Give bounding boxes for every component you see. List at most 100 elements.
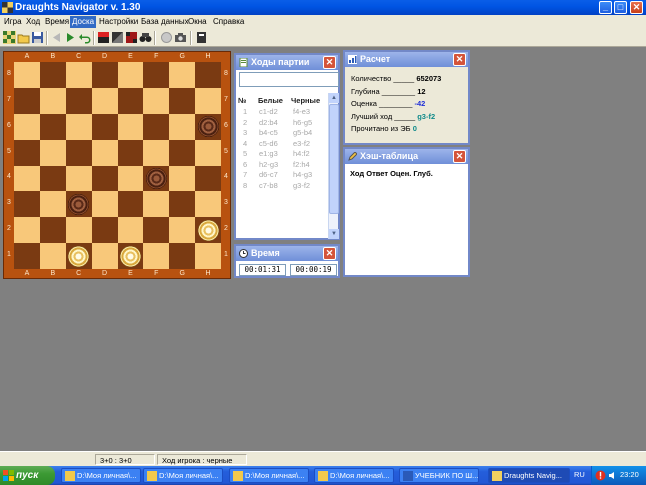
- white-piece-e1[interactable]: [119, 245, 141, 267]
- board-square-g8[interactable]: [169, 62, 196, 88]
- board-square-b7[interactable]: [39, 87, 66, 114]
- title-bar[interactable]: Draughts Navigator v. 1.30 _ □ ✕: [0, 0, 646, 15]
- move-row[interactable]: 3 b4-c5 g5-b4: [236, 128, 332, 139]
- board-square-b6[interactable]: [39, 113, 66, 140]
- board-square-a4[interactable]: [14, 165, 40, 192]
- scroll-down-arrow[interactable]: ▼: [329, 229, 339, 239]
- board-square-f6[interactable]: [143, 113, 170, 140]
- board-square-g3[interactable]: [169, 191, 196, 218]
- security-alert-icon[interactable]: [595, 470, 606, 481]
- board-square-a3[interactable]: [14, 191, 40, 218]
- board-square-g1[interactable]: [169, 243, 196, 269]
- hash-panel-close-button[interactable]: ✕: [453, 150, 466, 163]
- board-square-d6[interactable]: [91, 113, 118, 140]
- calc-panel-header[interactable]: Расчет ✕: [345, 52, 468, 67]
- moves-comment-field[interactable]: [239, 72, 339, 87]
- scroll-up-arrow[interactable]: ▲: [329, 93, 339, 103]
- board-square-a8[interactable]: [14, 62, 40, 88]
- board-square-a7[interactable]: [14, 87, 40, 114]
- volume-icon[interactable]: [608, 471, 617, 480]
- black-side-icon[interactable]: [111, 31, 124, 44]
- board-square-d5[interactable]: [91, 139, 118, 166]
- move-row[interactable]: 7 d6-c7 h4-g3: [236, 170, 332, 181]
- board-square-b4[interactable]: [39, 165, 66, 192]
- move-row[interactable]: 1 c1-d2 f4-e3: [236, 107, 332, 118]
- board-square-c2[interactable]: [65, 217, 92, 244]
- board-square-d7[interactable]: [91, 87, 118, 114]
- menu-database[interactable]: База данных: [139, 16, 191, 28]
- board-square-b3[interactable]: [39, 191, 66, 218]
- board-grid[interactable]: [14, 62, 221, 269]
- menu-board[interactable]: Доска: [70, 16, 97, 28]
- board-square-c6[interactable]: [65, 113, 92, 140]
- board-square-h4[interactable]: [195, 165, 221, 192]
- forward-icon[interactable]: [64, 31, 77, 44]
- moves-panel-header[interactable]: Ходы партии ✕: [236, 55, 338, 70]
- board-square-e6[interactable]: [117, 113, 144, 140]
- board-square-c4[interactable]: [65, 165, 92, 192]
- board-square-c5[interactable]: [65, 139, 92, 166]
- move-row[interactable]: 8 c7-b8 g3-f2: [236, 181, 332, 192]
- board-square-f3[interactable]: [143, 191, 170, 218]
- move-row[interactable]: 4 c5-d6 e3-f2: [236, 139, 332, 150]
- help-book-icon[interactable]: [195, 31, 208, 44]
- minimize-button[interactable]: _: [599, 1, 612, 14]
- taskbar-task[interactable]: Draughts Navig...: [488, 468, 570, 483]
- board-square-g5[interactable]: [169, 139, 196, 166]
- camera-icon[interactable]: [174, 31, 187, 44]
- board-square-f8[interactable]: [143, 62, 170, 88]
- menu-move[interactable]: Ход: [24, 16, 42, 28]
- board-square-h7[interactable]: [195, 87, 221, 114]
- board-square-d2[interactable]: [91, 217, 118, 244]
- board-square-h8[interactable]: [195, 62, 221, 88]
- taskbar-task[interactable]: УЧЕБНИК ПО Ш...: [399, 468, 479, 483]
- board-square-h5[interactable]: [195, 139, 221, 166]
- move-row[interactable]: 6 h2-g3 f2:h4: [236, 160, 332, 171]
- board-square-d1[interactable]: [91, 243, 118, 269]
- board-square-g4[interactable]: [169, 165, 196, 192]
- maximize-button[interactable]: □: [614, 1, 627, 14]
- black-piece-f4[interactable]: [145, 167, 167, 189]
- stop-icon[interactable]: [160, 31, 173, 44]
- board-square-a6[interactable]: [14, 113, 40, 140]
- menu-settings[interactable]: Настройки: [97, 16, 140, 28]
- board-square-b1[interactable]: [39, 243, 66, 269]
- board-square-d4[interactable]: [91, 165, 118, 192]
- board-square-e3[interactable]: [117, 191, 144, 218]
- board-square-e7[interactable]: [117, 87, 144, 114]
- board-square-f1[interactable]: [143, 243, 170, 269]
- board-square-a1[interactable]: [14, 243, 40, 269]
- board-square-e4[interactable]: [117, 165, 144, 192]
- black-piece-h6[interactable]: [197, 116, 219, 138]
- scroll-thumb[interactable]: [329, 104, 339, 214]
- moves-panel-close-button[interactable]: ✕: [323, 56, 336, 69]
- menu-game[interactable]: Игра: [2, 16, 24, 28]
- taskbar-task[interactable]: D:\Моя личная\...: [143, 468, 223, 483]
- language-indicator[interactable]: RU: [574, 470, 585, 479]
- board-square-a5[interactable]: [14, 139, 40, 166]
- white-piece-c1[interactable]: [68, 245, 90, 267]
- taskbar-task[interactable]: D:\Моя личная\...: [314, 468, 394, 483]
- board-square-c7[interactable]: [65, 87, 92, 114]
- board-square-e2[interactable]: [117, 217, 144, 244]
- time-panel-close-button[interactable]: ✕: [323, 247, 336, 260]
- board-square-c8[interactable]: [65, 62, 92, 88]
- board-square-f5[interactable]: [143, 139, 170, 166]
- calc-panel-close-button[interactable]: ✕: [453, 53, 466, 66]
- board-square-h3[interactable]: [195, 191, 221, 218]
- binoculars-icon[interactable]: [139, 31, 152, 44]
- taskbar-task[interactable]: D:\Моя личная\...: [61, 468, 141, 483]
- board-square-f7[interactable]: [143, 87, 170, 114]
- move-row[interactable]: 2 d2:b4 h6-g5: [236, 118, 332, 129]
- start-button[interactable]: пуск: [0, 466, 55, 485]
- menu-windows[interactable]: Окна: [186, 16, 209, 28]
- menu-help[interactable]: Справка: [211, 16, 246, 28]
- board-square-f2[interactable]: [143, 217, 170, 244]
- move-row[interactable]: 5 e1:g3 h4:f2: [236, 149, 332, 160]
- menu-time[interactable]: Время: [43, 16, 71, 28]
- black-piece-c3[interactable]: [68, 193, 90, 215]
- board-square-g7[interactable]: [169, 87, 196, 114]
- board-square-d8[interactable]: [91, 62, 118, 88]
- hash-panel-header[interactable]: Хэш-таблица ✕: [345, 149, 468, 164]
- board-square-a2[interactable]: [14, 217, 40, 244]
